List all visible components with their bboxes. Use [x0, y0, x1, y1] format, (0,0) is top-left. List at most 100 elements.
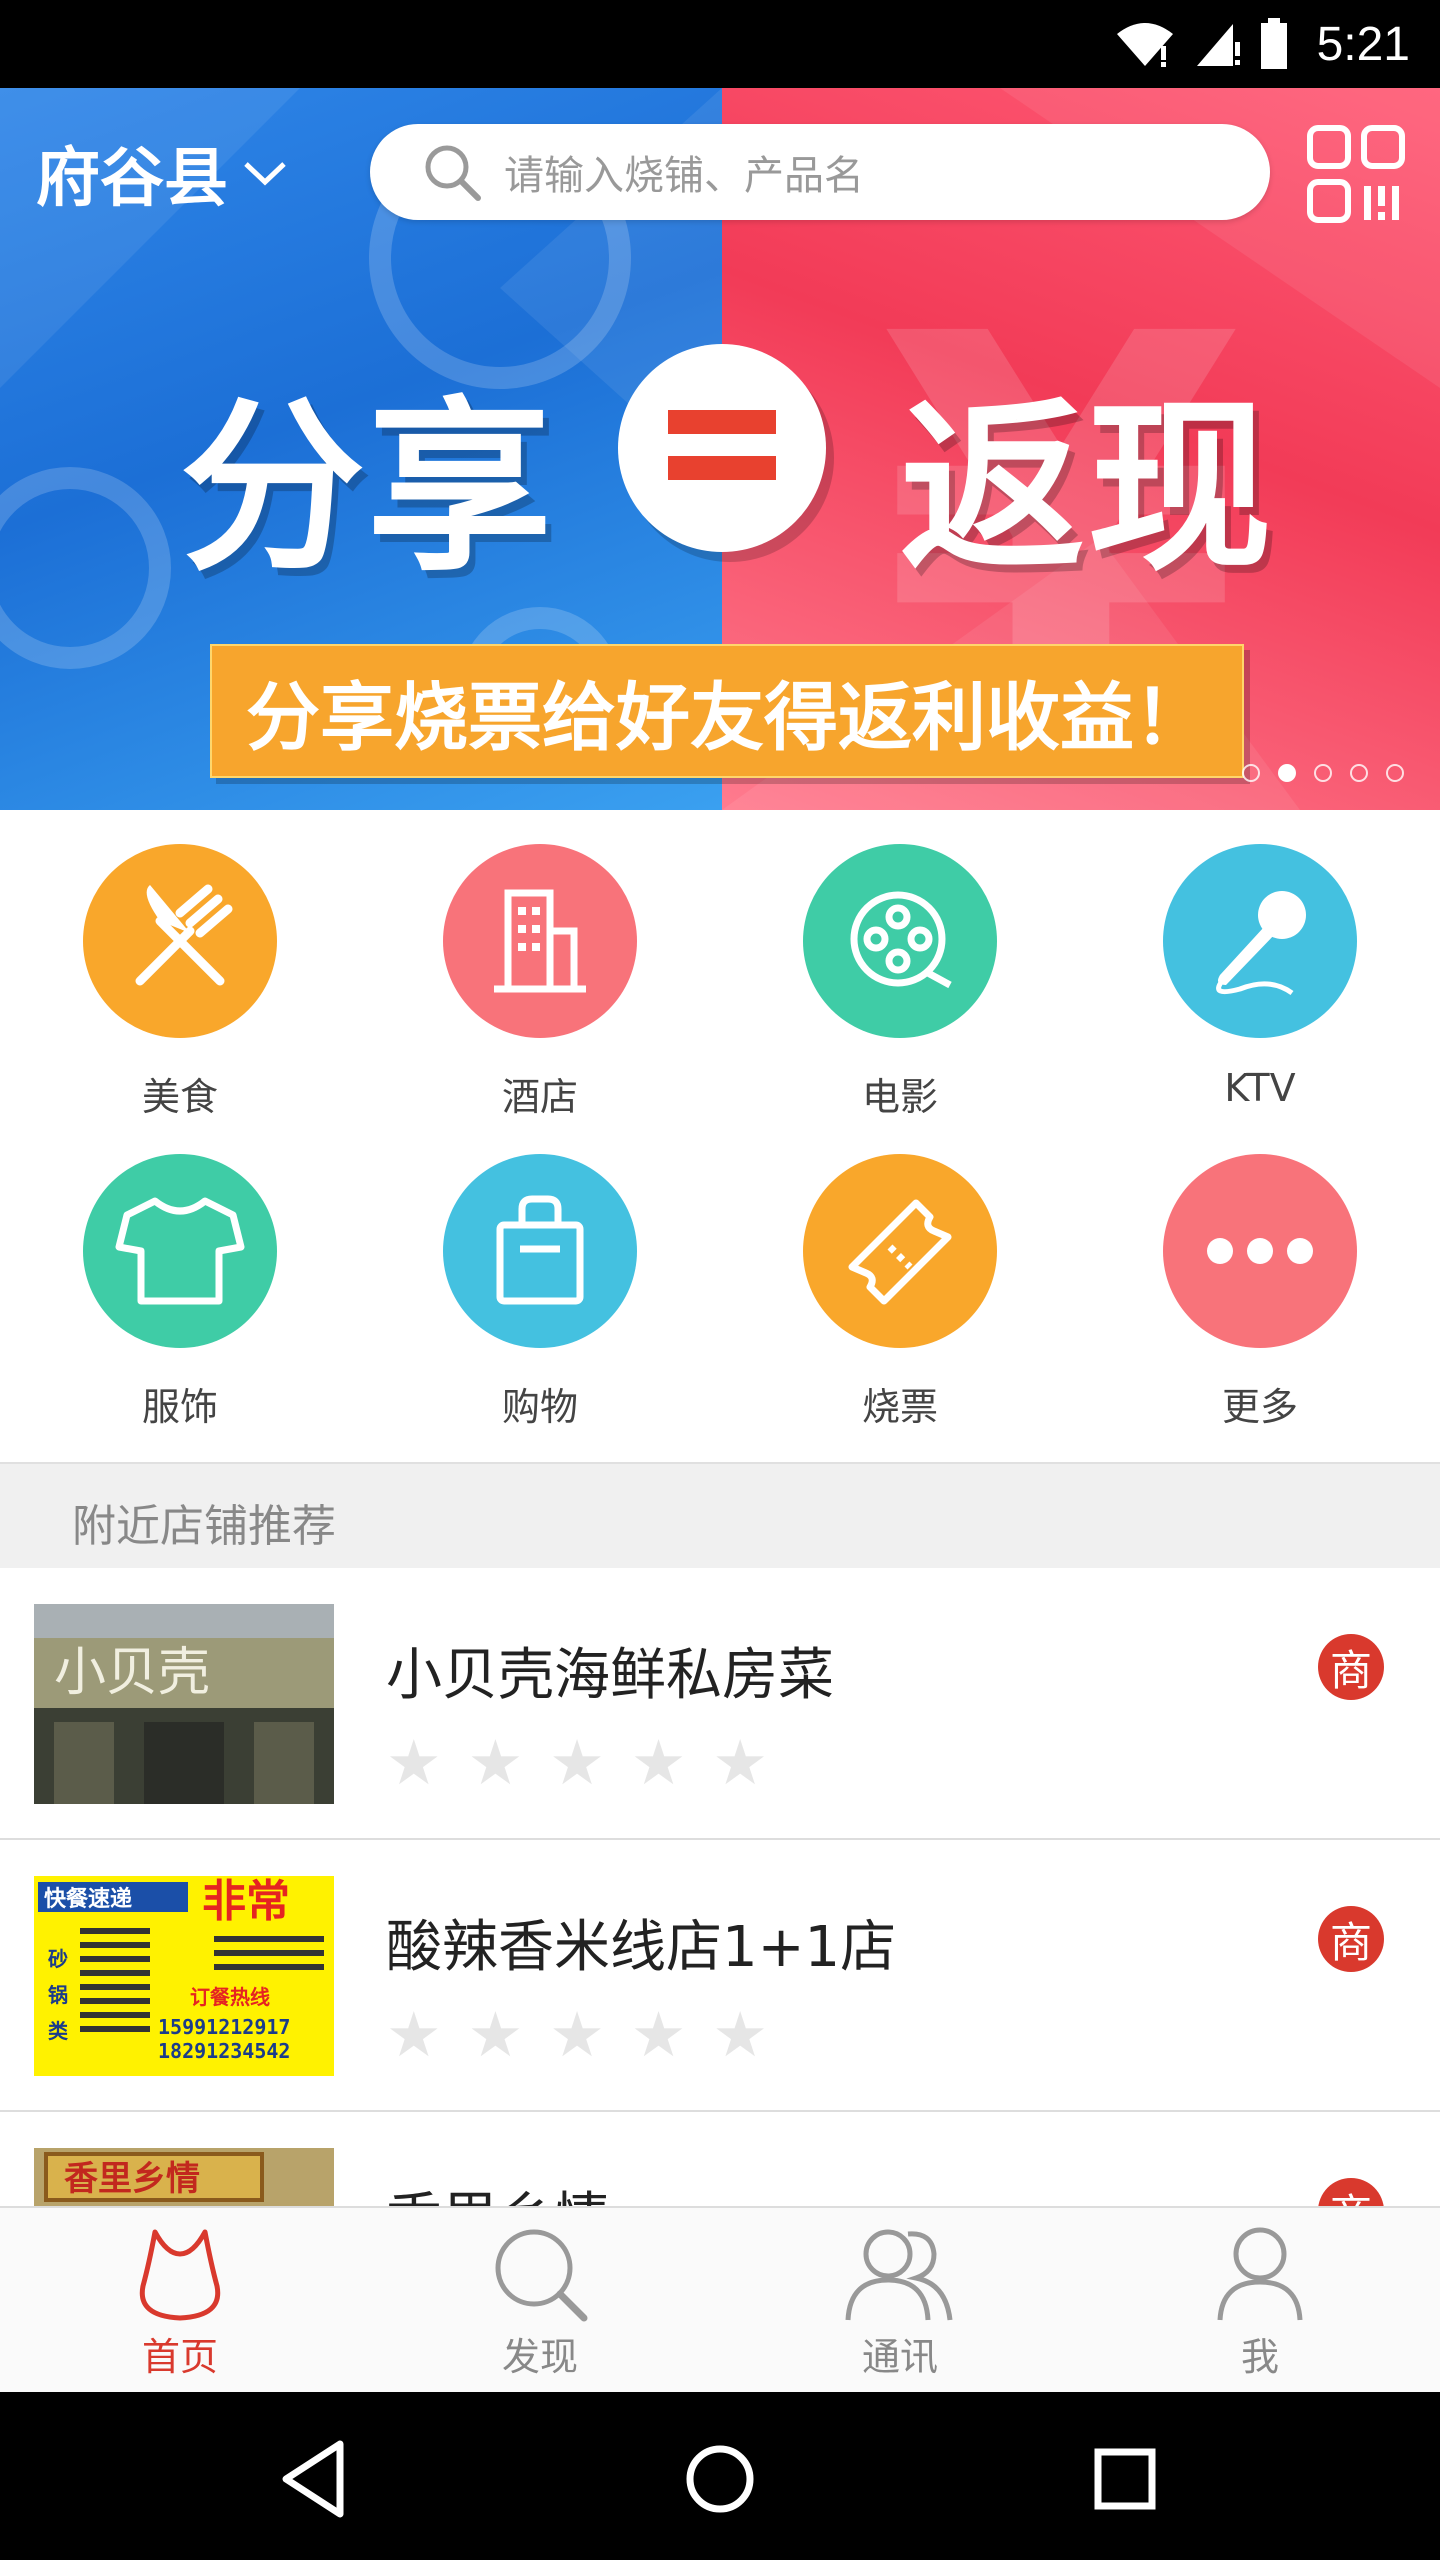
star-icon: ★: [630, 1998, 687, 2071]
store-photo-1: 小贝壳: [34, 1604, 334, 1804]
film-reel-icon: [850, 891, 952, 989]
category-ktv[interactable]: KTV: [1080, 810, 1440, 1120]
svg-text:砂: 砂: [48, 1947, 68, 1971]
nav-label: 通讯: [861, 2335, 938, 2379]
merchant-badge: 商: [1318, 2178, 1384, 2206]
pagination-dot-active[interactable]: [1278, 764, 1296, 782]
banner-headline-right: 返现: [900, 380, 1274, 596]
home-vase-icon: [139, 2229, 221, 2321]
section-title: 附近店铺推荐: [72, 1501, 336, 1552]
star-rating: ★ ★ ★ ★ ★: [386, 1732, 768, 1794]
category-shopping[interactable]: 购物: [360, 1120, 720, 1430]
building-icon: [494, 889, 586, 993]
nav-label: 首页: [141, 2335, 218, 2379]
pagination-dot[interactable]: [1350, 764, 1368, 782]
store-thumbnail: 快餐速递 非常 砂锅类 订餐热线 15991212917 18291234542: [34, 1876, 334, 2076]
category-label: 电影: [861, 1075, 938, 1119]
category-hotel[interactable]: 酒店: [360, 810, 720, 1120]
search-placeholder: 请输入烧铺、产品名: [504, 153, 864, 199]
ticket-icon: [848, 1199, 952, 1305]
banner-pagination: [1242, 764, 1404, 782]
nav-label: 我: [1240, 2335, 1279, 2379]
merchant-badge: 商: [1318, 1634, 1384, 1700]
category-ticket-badge: [803, 1154, 997, 1348]
back-icon[interactable]: [270, 2434, 360, 2524]
pagination-dot[interactable]: [1386, 764, 1404, 782]
store-sign-text: 订餐热线: [190, 1985, 270, 2009]
star-icon: ★: [467, 1726, 524, 1799]
category-apparel[interactable]: 服饰: [0, 1120, 360, 1430]
category-ticket[interactable]: 烧票: [720, 1120, 1080, 1430]
equals-bar-bottom: [668, 456, 776, 480]
more-dots-icon: [1207, 1238, 1313, 1264]
nav-label: 发现: [501, 2335, 578, 2379]
store-sign-text: 小贝壳: [54, 1643, 210, 1703]
star-icon: ★: [630, 1726, 687, 1799]
shopping-bag-icon: [496, 1195, 584, 1305]
store-photo-2: 快餐速递 非常 砂锅类 订餐热线 15991212917 18291234542: [34, 1876, 334, 2076]
discover-search-icon: [495, 2229, 588, 2322]
section-header: 附近店铺推荐: [0, 1462, 1440, 1568]
store-name: 酸辣香米线店1+1店: [386, 1915, 897, 1980]
nav-tab-contacts[interactable]: 通讯: [720, 2208, 1080, 2392]
home-circle-icon[interactable]: [675, 2434, 765, 2524]
pagination-dot[interactable]: [1242, 764, 1260, 782]
category-grid: 美食 酒店 电影 KTV 服饰 购物 烧票 更多: [0, 810, 1440, 1462]
store-name: 小贝壳海鲜私房菜: [386, 1643, 834, 1708]
store-sign-text: 快餐速递: [44, 1886, 132, 1912]
category-movie[interactable]: 电影: [720, 810, 1080, 1120]
category-movie-badge: [803, 844, 997, 1038]
microphone-icon: [1216, 891, 1306, 996]
star-icon: ★: [386, 1726, 442, 1799]
banner-headline-left: 分享: [180, 380, 554, 596]
store-sign-text: 香里乡情: [64, 2159, 200, 2199]
category-hotel-badge: [443, 844, 637, 1038]
store-item[interactable]: 小贝壳 小贝壳海鲜私房菜 ★ ★ ★ ★ ★ 商: [0, 1568, 1440, 1840]
promo-banner[interactable]: ¥ 府谷县 请输入烧铺、产品名 分享 返现 分享烧票给好友得返利收益！: [0, 88, 1440, 810]
bottom-nav: 首页 发现 通讯 我: [0, 2206, 1440, 2392]
chevron-down-icon: [244, 162, 286, 186]
signal-icon: [1196, 24, 1240, 66]
store-phone-text: 18291234542: [158, 2039, 290, 2063]
store-thumbnail: 小贝壳: [34, 1604, 334, 1804]
category-label: 烧票: [861, 1385, 938, 1429]
star-icon: ★: [467, 1998, 524, 2071]
battery-icon: [1260, 18, 1287, 69]
store-item[interactable]: 香里乡情 香里乡情 商: [0, 2112, 1440, 2206]
svg-text:锅: 锅: [48, 1983, 68, 2007]
store-sign-text: 非常: [202, 1876, 290, 1927]
status-icons: [1115, 18, 1289, 70]
category-label: 更多: [1221, 1385, 1298, 1429]
nav-tab-discover[interactable]: 发现: [360, 2208, 720, 2392]
category-label: 美食: [141, 1075, 218, 1119]
city-name: 府谷县: [36, 142, 228, 216]
nav-tab-home[interactable]: 首页: [0, 2208, 360, 2392]
category-food[interactable]: 美食: [0, 810, 360, 1120]
star-icon: ★: [386, 1998, 442, 2071]
store-photo-3: 香里乡情: [34, 2148, 334, 2206]
status-bar: 5:21: [0, 0, 1440, 88]
fork-knife-icon: [135, 884, 233, 986]
category-shopping-badge: [443, 1154, 637, 1348]
category-label: 服饰: [141, 1385, 218, 1429]
search-bar[interactable]: 请输入烧铺、产品名: [370, 124, 1270, 220]
qr-scan-icon[interactable]: [1306, 124, 1406, 224]
category-more[interactable]: 更多: [1080, 1120, 1440, 1430]
nav-tab-profile[interactable]: 我: [1080, 2208, 1440, 2392]
category-label: 购物: [501, 1385, 578, 1429]
svg-text:类: 类: [48, 2019, 68, 2043]
profile-icon: [1217, 2227, 1303, 2321]
merchant-badge: 商: [1318, 1906, 1384, 1972]
city-selector[interactable]: 府谷县: [36, 128, 288, 218]
equals-bar-top: [668, 410, 776, 434]
recents-icon[interactable]: [1080, 2434, 1170, 2524]
category-label: 酒店: [501, 1075, 578, 1119]
category-label: KTV: [1224, 1066, 1296, 1110]
store-thumbnail: 香里乡情: [34, 2148, 334, 2206]
tshirt-icon: [115, 1197, 245, 1305]
store-item[interactable]: 快餐速递 非常 砂锅类 订餐热线 15991212917 18291234542…: [0, 1840, 1440, 2112]
star-icon: ★: [549, 1998, 605, 2071]
category-food-badge: [83, 844, 277, 1038]
star-rating: ★ ★ ★ ★ ★: [386, 2004, 768, 2066]
pagination-dot[interactable]: [1314, 764, 1332, 782]
